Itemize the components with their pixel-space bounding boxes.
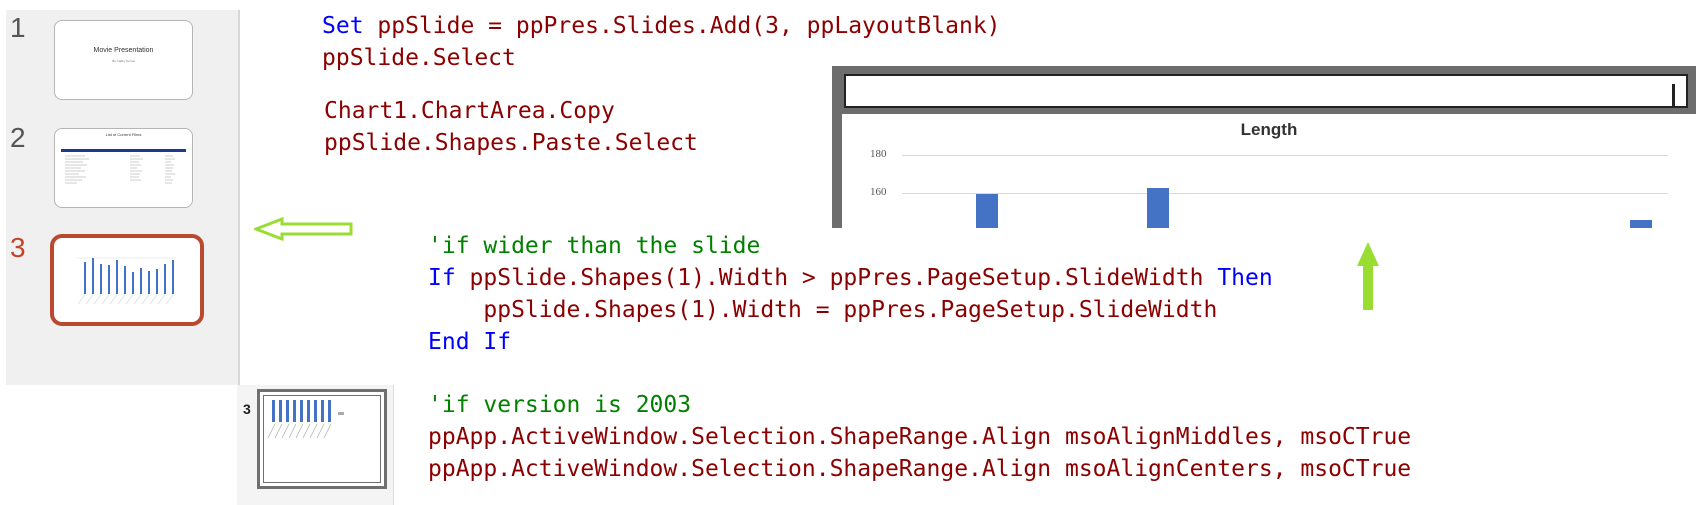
code-line-add-slide: Set ppSlide = ppPres.Slides.Add(3, ppLay… bbox=[322, 13, 1001, 39]
ppt2003-slide-thumbnail[interactable] bbox=[257, 389, 387, 489]
code-line-end-if: End If bbox=[428, 329, 512, 355]
code-line-select: ppSlide.Select bbox=[322, 45, 516, 71]
up-arrow-icon bbox=[1357, 242, 1379, 310]
slide-1-subtitle: By Cadby Kemal bbox=[112, 59, 135, 63]
slide-number-1: 1 bbox=[10, 12, 26, 43]
slide-2-table-graphic bbox=[61, 149, 186, 184]
code-comment-version: 'if version is 2003 bbox=[428, 392, 692, 418]
chart-bar bbox=[1630, 220, 1652, 228]
pasted-chart-preview: Length 180 160 bbox=[832, 66, 1696, 228]
chart-title: Length bbox=[1240, 120, 1298, 139]
left-arrow-icon bbox=[254, 216, 353, 242]
chart-bar bbox=[976, 194, 998, 228]
code-comment-wider: 'if wider than the slide bbox=[428, 233, 761, 259]
slide-thumbnail-2[interactable]: List of Current Films bbox=[54, 128, 193, 208]
gridline bbox=[902, 155, 1668, 156]
chart-area: Length 180 160 bbox=[842, 114, 1696, 228]
slide-title-placeholder bbox=[844, 74, 1688, 108]
slide-thumbnail-panel: 1 Movie Presentation By Cadby Kemal 2 Li… bbox=[6, 10, 240, 385]
y-tick-180: 180 bbox=[870, 148, 887, 160]
ppt2003-chart-graphic bbox=[267, 400, 344, 439]
chart-bar bbox=[1147, 188, 1169, 228]
ppt2003-thumbnail-panel: 3 bbox=[237, 385, 394, 505]
code-line-paste: ppSlide.Shapes.Paste.Select bbox=[324, 130, 698, 156]
gridline bbox=[902, 193, 1668, 194]
y-tick-160: 160 bbox=[870, 186, 887, 198]
slide-number-2: 2 bbox=[10, 122, 26, 153]
code-line-align-middles: ppApp.ActiveWindow.Selection.ShapeRange.… bbox=[428, 424, 1412, 450]
text-cursor bbox=[1672, 84, 1675, 106]
slide-thumbnail-1[interactable]: Movie Presentation By Cadby Kemal bbox=[54, 20, 193, 100]
slide-number-3: 3 bbox=[10, 232, 26, 263]
code-line-if: If ppSlide.Shapes(1).Width > ppPres.Page… bbox=[428, 265, 1273, 291]
slide-3-chart-graphic bbox=[76, 257, 176, 305]
slide-thumbnail-3-selected[interactable] bbox=[50, 234, 204, 326]
code-line-chart-copy: Chart1.ChartArea.Copy bbox=[324, 98, 615, 124]
ppt2003-slide-number: 3 bbox=[243, 401, 251, 417]
code-line-align-centers: ppApp.ActiveWindow.Selection.ShapeRange.… bbox=[428, 456, 1412, 482]
code-line-width-assign: ppSlide.Shapes(1).Width = ppPres.PageSet… bbox=[428, 297, 1218, 323]
slide-1-title: Movie Presentation bbox=[93, 47, 154, 54]
